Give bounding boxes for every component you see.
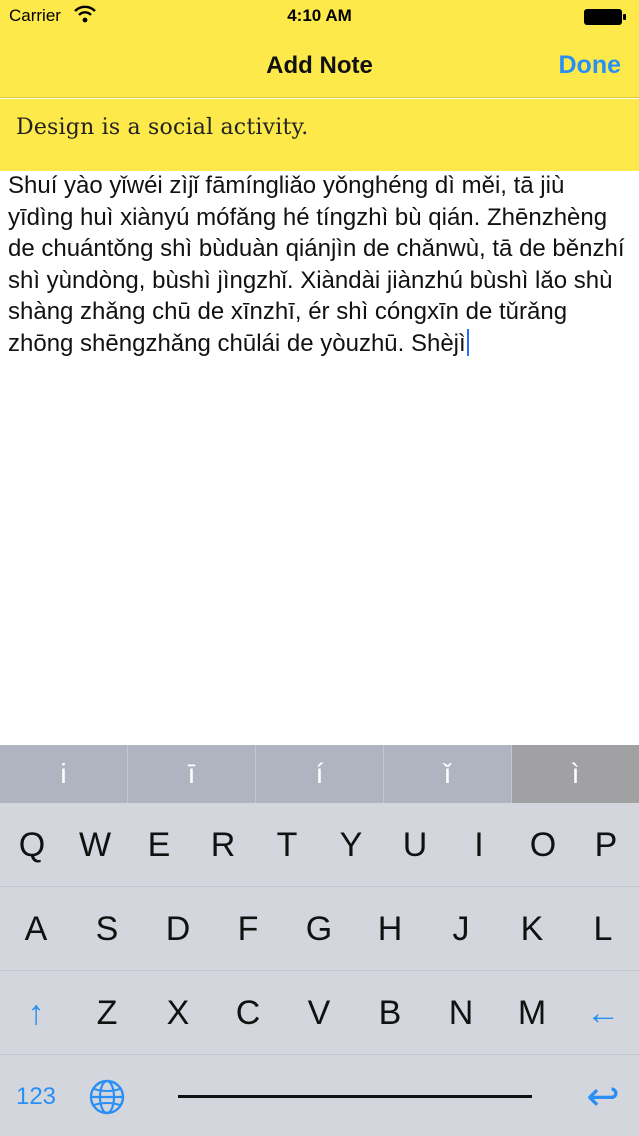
key-b[interactable]: B <box>355 971 425 1055</box>
tone-suggestion-bar: i ī í ǐ ì <box>0 745 639 803</box>
globe-icon <box>89 1079 125 1115</box>
key-y[interactable]: Y <box>316 803 386 887</box>
key-u[interactable]: U <box>380 803 450 887</box>
key-g[interactable]: G <box>284 887 354 971</box>
key-o[interactable]: O <box>508 803 578 887</box>
clock: 4:10 AM <box>287 6 352 25</box>
delete-key[interactable]: ← <box>568 971 638 1055</box>
navigation-bar: Add Note Done <box>0 34 639 98</box>
keyboard-row-3: ↑ Z X C V B N M ← <box>0 971 639 1055</box>
key-i[interactable]: I <box>444 803 514 887</box>
key-t[interactable]: T <box>252 803 322 887</box>
keyboard-row-2: A S D F G H J K L <box>0 887 639 971</box>
key-q[interactable]: Q <box>0 803 67 887</box>
status-bar: Carrier 4:10 AM <box>0 0 639 34</box>
key-z[interactable]: Z <box>72 971 142 1055</box>
key-r[interactable]: R <box>188 803 258 887</box>
key-p[interactable]: P <box>571 803 639 887</box>
key-n[interactable]: N <box>426 971 496 1055</box>
key-w[interactable]: W <box>60 803 130 887</box>
note-body-text: Shuí yào yǐwéi zìjǐ fāmíngliǎo yǒnghéng … <box>8 172 625 357</box>
numbers-key[interactable]: 123 <box>1 1055 71 1136</box>
done-button[interactable]: Done <box>559 51 622 80</box>
keyboard: Q W E R T Y U I O P A S D F G H J K L ↑ … <box>0 803 639 1136</box>
key-c[interactable]: C <box>213 971 283 1055</box>
return-key[interactable]: ↩ <box>568 1055 638 1136</box>
note-body-textview[interactable]: Shuí yào yǐwéi zìjǐ fāmíngliǎo yǒnghéng … <box>8 170 633 730</box>
text-caret <box>466 328 469 356</box>
space-bar[interactable] <box>178 1095 532 1098</box>
note-title-text: Design is a social activity. <box>16 115 309 140</box>
key-d[interactable]: D <box>143 887 213 971</box>
shift-key[interactable]: ↑ <box>1 971 71 1055</box>
suggestion-i-caron[interactable]: ǐ <box>384 745 512 803</box>
battery-icon <box>584 9 626 25</box>
key-a[interactable]: A <box>1 887 71 971</box>
key-h[interactable]: H <box>355 887 425 971</box>
suggestion-i-macron[interactable]: ī <box>128 745 256 803</box>
key-m[interactable]: M <box>497 971 567 1055</box>
suggestion-i[interactable]: i <box>0 745 128 803</box>
key-l[interactable]: L <box>568 887 638 971</box>
keyboard-row-4: 123 ↩ <box>0 1055 639 1136</box>
key-f[interactable]: F <box>213 887 283 971</box>
suggestion-i-grave[interactable]: ì <box>512 745 639 803</box>
key-e[interactable]: E <box>124 803 194 887</box>
suggestion-i-acute[interactable]: í <box>256 745 384 803</box>
key-x[interactable]: X <box>143 971 213 1055</box>
keyboard-row-1: Q W E R T Y U I O P <box>0 803 639 887</box>
globe-key[interactable] <box>72 1055 142 1136</box>
key-s[interactable]: S <box>72 887 142 971</box>
key-j[interactable]: J <box>426 887 496 971</box>
page-title: Add Note <box>266 52 373 79</box>
key-k[interactable]: K <box>497 887 567 971</box>
key-v[interactable]: V <box>284 971 354 1055</box>
